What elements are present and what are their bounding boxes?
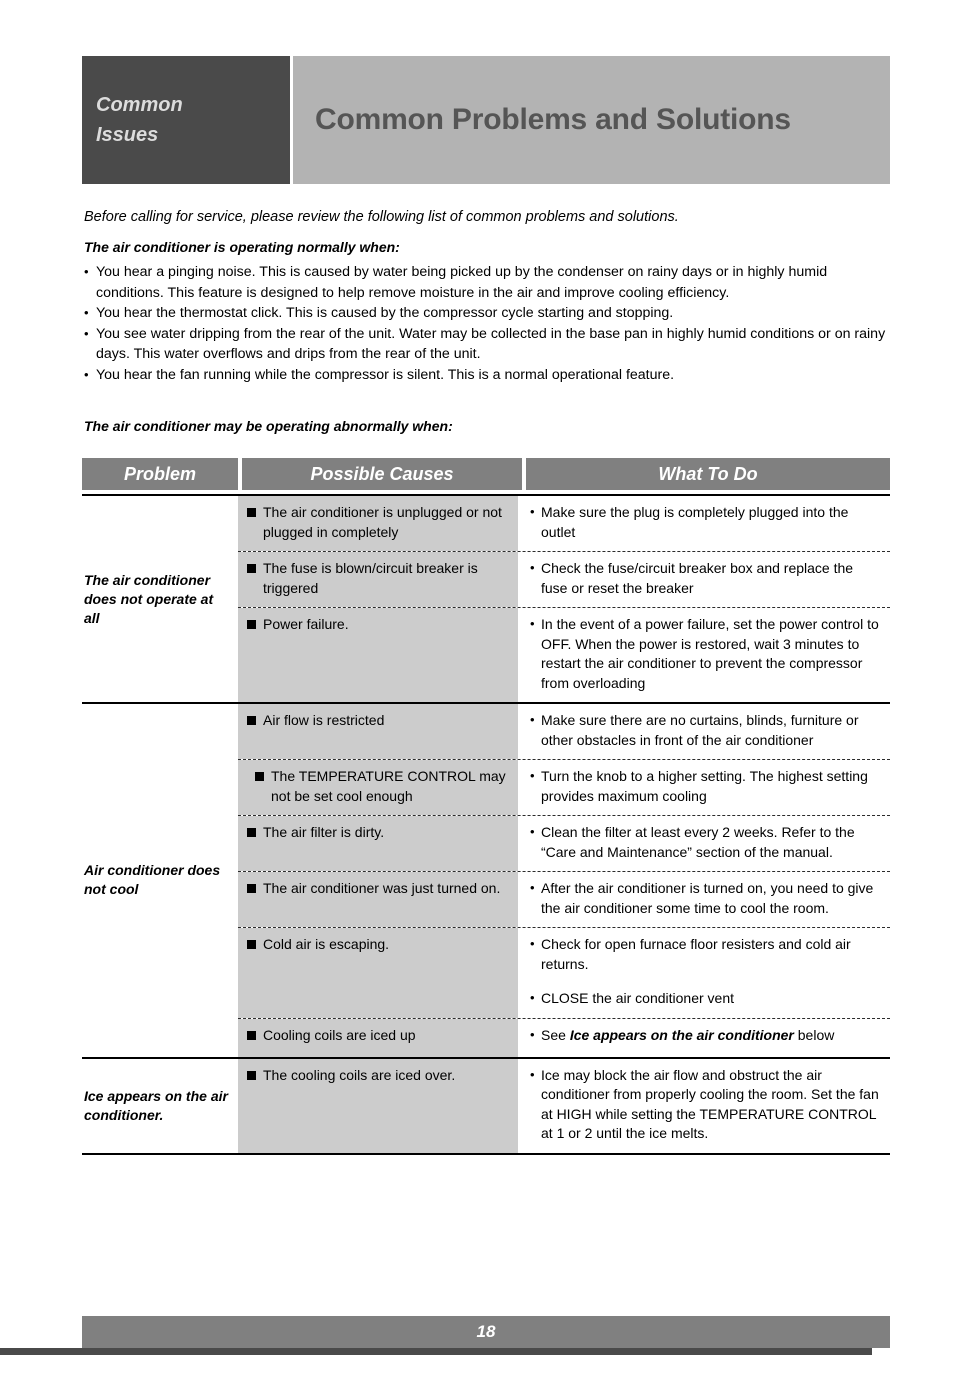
what-to-do-cell: Make sure the plug is completely plugged…: [518, 496, 890, 551]
possible-cause-cell: The air filter is dirty.: [238, 816, 518, 871]
table-row: The air conditioner is unplugged or not …: [238, 496, 890, 552]
what-to-do-cell: Ice may block the air flow and obstruct …: [518, 1059, 890, 1153]
possible-cause-cell: Air flow is restricted: [238, 704, 518, 759]
problem-cell: The air conditioner does not operate at …: [82, 496, 238, 702]
todo-item: Turn the knob to a higher setting. The h…: [530, 766, 882, 806]
column-header-what-to-do: What To Do: [526, 458, 890, 490]
normal-operation-heading: The air conditioner is operating normall…: [84, 239, 400, 255]
normal-operation-bullet: You hear the thermostat click. This is c…: [84, 303, 894, 324]
todo-item: After the air conditioner is turned on, …: [530, 878, 882, 918]
cause-item: The air filter is dirty.: [246, 823, 512, 843]
todo-item: Make sure there are no curtains, blinds,…: [530, 710, 882, 750]
table-section: Ice appears on the air conditioner. The c…: [82, 1058, 890, 1155]
what-to-do-cell: Make sure there are no curtains, blinds,…: [518, 704, 890, 759]
todo-item: In the event of a power failure, set the…: [530, 614, 882, 693]
section-tab-line-1: Common: [96, 94, 183, 116]
todo-item: Ice may block the air flow and obstruct …: [530, 1065, 882, 1144]
what-to-do-cell: Turn the knob to a higher setting. The h…: [518, 760, 890, 815]
what-to-do-cell: After the air conditioner is turned on, …: [518, 872, 890, 927]
cause-item: Cooling coils are iced up: [246, 1026, 512, 1046]
troubleshooting-table: Problem Possible Causes What To Do The a…: [82, 458, 890, 1155]
possible-cause-cell: The TEMPERATURE CONTROL may not be set c…: [238, 760, 518, 815]
intro-section: Before calling for service, please revie…: [84, 208, 894, 385]
possible-cause-cell: Power failure.: [238, 608, 518, 702]
possible-cause-cell: The cooling coils are iced over.: [238, 1058, 518, 1153]
page-title: Common Problems and Solutions: [315, 103, 791, 136]
todo-item: See Ice appears on the air conditioner b…: [530, 1025, 882, 1046]
section-tab-line-2: Issues: [96, 124, 159, 146]
document-page: Common Issues Common Problems and Soluti…: [0, 0, 954, 1399]
intro-lead-text: Before calling for service, please revie…: [84, 209, 679, 225]
page-number-bar: 18: [82, 1316, 890, 1348]
cause-item: The air conditioner is unplugged or not …: [246, 503, 512, 542]
possible-cause-cell: The air conditioner is unplugged or not …: [238, 496, 518, 551]
table-row: Cold air is escaping. Check for open furn…: [238, 928, 890, 1019]
todo-item: Clean the filter at least every 2 weeks.…: [530, 822, 882, 862]
cause-item: The TEMPERATURE CONTROL may not be set c…: [246, 767, 512, 806]
what-to-do-cell: See Ice appears on the air conditioner b…: [518, 1019, 890, 1057]
what-to-do-cell: Check for open furnace floor resisters a…: [518, 928, 890, 1018]
section-tab: Common Issues: [82, 56, 290, 184]
section-rows: Air flow is restricted Make sure there ar…: [238, 704, 890, 1057]
abnormal-operation-heading: The air conditioner may be operating abn…: [84, 418, 453, 434]
section-rows: The air conditioner is unplugged or not …: [238, 496, 890, 702]
table-row: The TEMPERATURE CONTROL may not be set c…: [238, 760, 890, 816]
table-header-row: Problem Possible Causes What To Do: [82, 458, 890, 490]
page-header: Common Issues Common Problems and Soluti…: [82, 56, 890, 184]
section-rows: The cooling coils are iced over. Ice may …: [238, 1058, 890, 1153]
cause-item: The cooling coils are iced over.: [246, 1066, 512, 1086]
problem-label: Ice appears on the air conditioner.: [84, 1087, 228, 1123]
cause-item: Air flow is restricted: [246, 711, 512, 731]
cause-item: Cold air is escaping.: [246, 935, 512, 955]
table-body: The air conditioner does not operate at …: [82, 494, 890, 1155]
normal-operation-bullet-list: You hear a pinging noise. This is caused…: [84, 262, 894, 385]
todo-item: Check the fuse/circuit breaker box and r…: [530, 558, 882, 598]
cause-item: The fuse is blown/circuit breaker is tri…: [246, 559, 512, 598]
page-number: 18: [476, 1322, 496, 1341]
problem-cell: Ice appears on the air conditioner.: [82, 1059, 238, 1153]
problem-label: Air conditioner does not cool: [84, 862, 221, 898]
column-header-problem: Problem: [82, 458, 238, 490]
normal-operation-bullet: You hear a pinging noise. This is caused…: [84, 262, 894, 303]
what-to-do-cell: Clean the filter at least every 2 weeks.…: [518, 816, 890, 871]
possible-cause-cell: Cooling coils are iced up: [238, 1018, 518, 1057]
todo-item: CLOSE the air conditioner vent: [530, 988, 882, 1009]
normal-operation-bullet: You hear the fan running while the compr…: [84, 365, 894, 386]
problem-cell: Air conditioner does not cool: [82, 704, 238, 1057]
page-footer: 18: [0, 1316, 890, 1355]
table-row: Cooling coils are iced up See Ice appears…: [238, 1018, 890, 1057]
normal-operation-bullet: You see water dripping from the rear of …: [84, 324, 894, 365]
possible-cause-cell: The air conditioner was just turned on.: [238, 872, 518, 927]
todo-item: Make sure the plug is completely plugged…: [530, 502, 882, 542]
table-section: Air conditioner does not cool Air flow is…: [82, 704, 890, 1059]
what-to-do-cell: Check the fuse/circuit breaker box and r…: [518, 552, 890, 607]
what-to-do-cell: In the event of a power failure, set the…: [518, 608, 890, 702]
column-header-possible-causes: Possible Causes: [242, 458, 522, 490]
possible-cause-cell: The fuse is blown/circuit breaker is tri…: [238, 552, 518, 607]
table-row: The cooling coils are iced over. Ice may …: [238, 1058, 890, 1153]
table-row: The fuse is blown/circuit breaker is tri…: [238, 552, 890, 608]
table-row: The air filter is dirty. Clean the filter…: [238, 816, 890, 872]
footer-rule: [0, 1348, 872, 1355]
table-row: The air conditioner was just turned on. A…: [238, 872, 890, 928]
table-row: Air flow is restricted Make sure there ar…: [238, 704, 890, 760]
table-section: The air conditioner does not operate at …: [82, 496, 890, 704]
todo-item: Check for open furnace floor resisters a…: [530, 934, 882, 974]
problem-label: The air conditioner does not operate at …: [84, 571, 214, 626]
title-banner: Common Problems and Solutions: [293, 56, 890, 184]
cause-item: Power failure.: [246, 615, 512, 635]
cause-item: The air conditioner was just turned on.: [246, 879, 512, 899]
table-row: Power failure. In the event of a power fa…: [238, 608, 890, 702]
possible-cause-cell: Cold air is escaping.: [238, 928, 518, 1018]
